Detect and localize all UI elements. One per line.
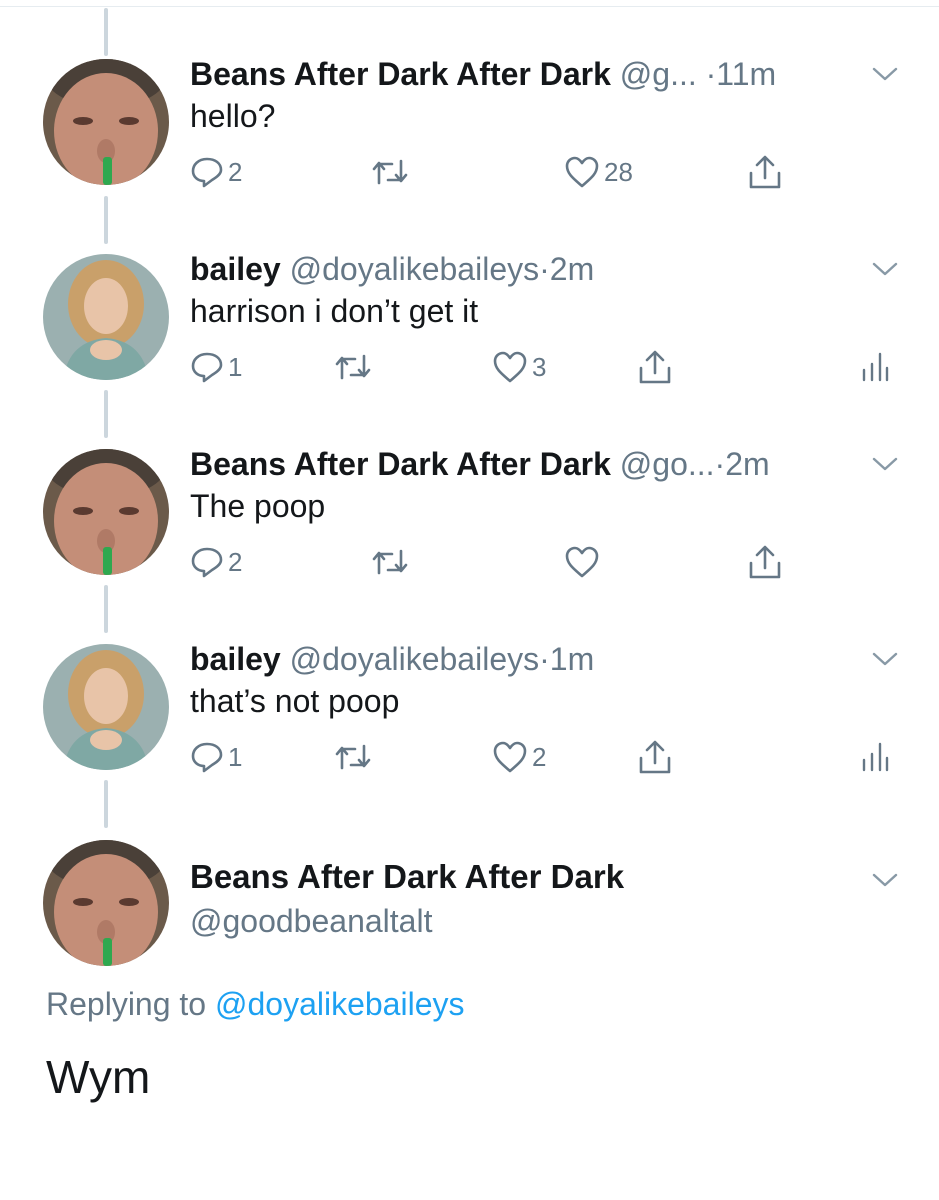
separator-dot: · <box>714 446 726 482</box>
share-icon <box>639 350 671 384</box>
share-icon <box>639 740 671 774</box>
tweet[interactable]: bailey @doyalikebaileys·2m harrison i do… <box>0 247 939 437</box>
avatar-beans[interactable] <box>43 840 169 966</box>
separator-dot: · <box>539 251 550 287</box>
retweet-button[interactable] <box>370 152 414 192</box>
reply-icon <box>191 742 223 773</box>
retweet-icon <box>335 354 371 380</box>
tweet-actions: 1 3 <box>0 347 939 387</box>
like-button[interactable] <box>564 542 604 582</box>
replying-to: Replying to @doyalikebaileys <box>46 986 464 1023</box>
analytics-button[interactable] <box>860 737 890 777</box>
tweet-text: The poop <box>190 488 326 524</box>
handle[interactable]: @go... <box>620 446 715 482</box>
chevron-down-icon[interactable] <box>872 456 898 472</box>
heart-icon <box>493 741 527 773</box>
chevron-down-icon[interactable] <box>872 261 898 277</box>
reply-icon <box>191 157 223 188</box>
mention-link[interactable]: @doyalikebaileys <box>215 986 465 1022</box>
timestamp[interactable]: 11m <box>716 56 776 92</box>
handle[interactable]: @doyalikebaileys <box>290 641 540 677</box>
like-count: 2 <box>532 741 547 772</box>
display-name[interactable]: Beans After Dark After Dark <box>190 446 611 482</box>
retweet-icon <box>372 159 408 185</box>
reply-button[interactable]: 1 <box>190 347 242 387</box>
top-divider <box>0 6 939 7</box>
share-button[interactable] <box>637 737 673 777</box>
tweet-header: bailey @doyalikebaileys·2m <box>190 247 594 291</box>
reply-count: 2 <box>228 546 243 577</box>
analytics-button[interactable] <box>860 347 890 387</box>
tweet[interactable]: bailey @doyalikebaileys·1m that’s not po… <box>0 637 939 827</box>
separator-dot: · <box>539 641 550 677</box>
like-count: 28 <box>604 156 633 187</box>
display-name[interactable]: bailey <box>190 641 281 677</box>
timestamp[interactable]: 2m <box>725 446 769 482</box>
heart-icon <box>565 156 599 188</box>
reply-button[interactable]: 2 <box>190 152 242 192</box>
tweet[interactable]: Beans After Dark After Dark @g... ·11m h… <box>0 52 939 242</box>
retweet-button[interactable] <box>333 347 377 387</box>
tweet-actions: 1 2 <box>0 737 939 777</box>
timestamp[interactable]: 1m <box>550 641 594 677</box>
tweet-header: Beans After Dark After Dark @go...·2m <box>190 442 770 486</box>
share-button[interactable] <box>637 347 673 387</box>
share-icon <box>749 155 781 189</box>
replying-prefix: Replying to <box>46 986 207 1022</box>
display-name[interactable]: Beans After Dark After Dark <box>190 56 611 92</box>
reply-count: 2 <box>228 156 243 187</box>
tweet-text: hello? <box>190 98 276 134</box>
timestamp[interactable]: 2m <box>550 251 594 287</box>
share-button[interactable] <box>747 542 783 582</box>
heart-icon <box>565 546 599 578</box>
tweet-header: bailey @doyalikebaileys·1m <box>190 637 594 681</box>
analytics-icon <box>862 742 889 772</box>
tweet[interactable]: Beans After Dark After Dark @go...·2m Th… <box>0 442 939 632</box>
like-button[interactable]: 28 <box>564 152 633 192</box>
reply-button[interactable]: 2 <box>190 542 242 582</box>
like-button[interactable]: 2 <box>492 737 546 777</box>
tweet-text: that’s not poop <box>190 683 400 719</box>
separator-dot: · <box>705 56 717 92</box>
display-name[interactable]: bailey <box>190 251 281 287</box>
chevron-down-icon[interactable] <box>872 651 898 667</box>
tweet-text: harrison i don’t get it <box>190 293 479 329</box>
reply-icon <box>191 547 223 578</box>
retweet-icon <box>372 549 408 575</box>
retweet-button[interactable] <box>370 542 414 582</box>
main-tweet-text: Wym <box>46 1051 151 1103</box>
tweet-header: Beans After Dark After Dark @g... ·11m <box>190 52 776 96</box>
tweet-actions: 2 28 <box>0 152 939 192</box>
analytics-icon <box>862 352 889 382</box>
heart-icon <box>493 351 527 383</box>
tweet-actions: 2 <box>0 542 939 582</box>
like-button[interactable]: 3 <box>492 347 546 387</box>
retweet-button[interactable] <box>333 737 377 777</box>
reply-icon <box>191 352 223 383</box>
thread-line <box>104 8 108 56</box>
handle[interactable]: @doyalikebaileys <box>290 251 540 287</box>
handle[interactable]: @g... <box>620 56 697 92</box>
chevron-down-icon[interactable] <box>872 66 898 82</box>
reply-count: 1 <box>228 351 243 382</box>
main-handle[interactable]: @goodbeanaltalt <box>190 903 432 940</box>
chevron-down-icon[interactable] <box>872 872 898 888</box>
reply-count: 1 <box>228 741 243 772</box>
reply-button[interactable]: 1 <box>190 737 242 777</box>
share-icon <box>749 545 781 579</box>
main-display-name[interactable]: Beans After Dark After Dark <box>190 858 624 896</box>
retweet-icon <box>335 744 371 770</box>
share-button[interactable] <box>747 152 783 192</box>
like-count: 3 <box>532 351 547 382</box>
